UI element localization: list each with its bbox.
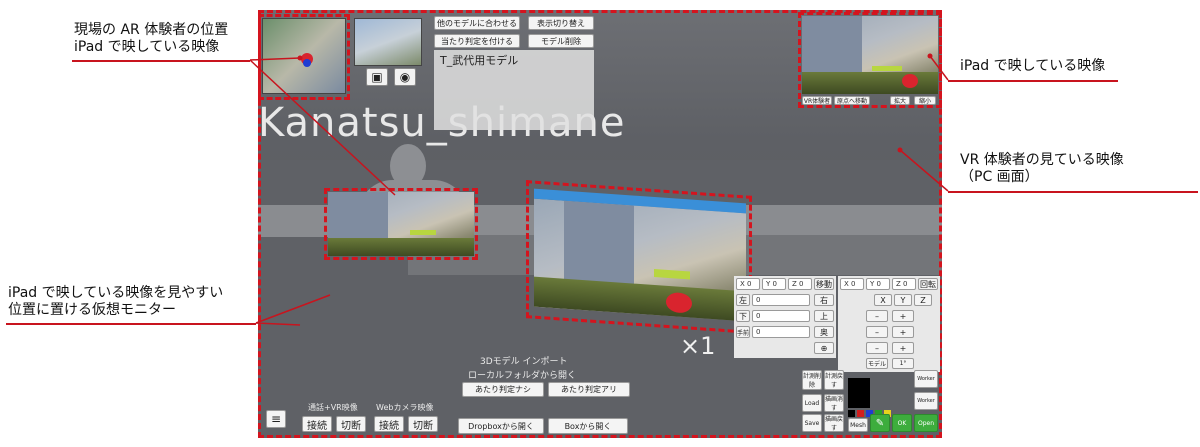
preview-outline — [798, 12, 942, 108]
ok-button[interactable]: OK — [892, 414, 912, 432]
rot-minus-3-button[interactable]: – — [866, 342, 888, 354]
axis-x-button[interactable]: X — [874, 294, 892, 306]
color-red[interactable] — [857, 410, 864, 417]
call-disconnect-button[interactable]: 切断 — [336, 416, 366, 432]
annotation-line-1: VR 体験者の見ている映像 — [960, 152, 1124, 168]
vr-screen: Kanatsu_shimane ×1 ▣ ◉ 他のモデルに合わせる 表示切り替え… — [258, 10, 942, 438]
rot-minus-2-button[interactable]: – — [866, 326, 888, 338]
axis-z-button[interactable]: Z — [914, 294, 932, 306]
rot-minus-1-button[interactable]: – — [866, 310, 888, 322]
annotation-ipad-view: iPad で映している映像 — [960, 58, 1105, 75]
rot-plus-3-button[interactable]: + — [892, 342, 914, 354]
annotation-line-2: （PC 画面） — [960, 169, 1039, 185]
annotation-line-1: iPad で映している映像を見やすい — [8, 285, 224, 301]
draw-undo-button[interactable]: 描画戻す — [824, 414, 844, 432]
annotation-ar-position: 現場の AR 体験者の位置 iPad で映している映像 — [74, 22, 228, 56]
right-button[interactable]: 右 — [814, 294, 834, 306]
ar-map-outline — [258, 14, 350, 100]
annotation-line-1: 現場の AR 体験者の位置 — [74, 22, 229, 38]
annotation-monitor: iPad で映している映像を見やすい 位置に置ける仮想モニター — [8, 285, 223, 319]
color-preview — [848, 378, 870, 408]
move-panel: X 0 Y 0 Z 0 移動 左 0 右 下 0 上 手前 0 奥 ⊕ — [734, 276, 836, 358]
degree-button[interactable]: 1° — [892, 358, 914, 369]
rot-plus-1-button[interactable]: + — [892, 310, 914, 322]
underline — [6, 323, 256, 325]
import-subtitle: ローカルフォルダから開く — [468, 371, 577, 381]
near-button[interactable]: 手前 — [736, 326, 750, 338]
marker-slot-2[interactable]: Worker — [914, 392, 938, 410]
pen-icon[interactable]: ✎ — [870, 414, 890, 432]
draw-erase-button[interactable]: 描画消す — [824, 394, 844, 412]
move-x-field[interactable]: X 0 — [736, 278, 760, 290]
extra-button[interactable]: ⊕ — [814, 342, 834, 354]
move-button[interactable]: 移動 — [814, 278, 834, 290]
rot-x-field[interactable]: X 0 — [840, 278, 864, 290]
annotation-vr-view: VR 体験者の見ている映像 （PC 画面） — [960, 152, 1124, 186]
load-button[interactable]: Load — [802, 394, 822, 412]
monitor-large-outline — [526, 180, 752, 334]
rotate-button[interactable]: 回転 — [918, 278, 938, 290]
monitor-small-outline — [324, 188, 478, 260]
color-black[interactable] — [848, 410, 855, 417]
mesh-button[interactable]: Mesh — [848, 418, 868, 432]
move-y-field[interactable]: Y 0 — [762, 278, 786, 290]
open-no-collision-button[interactable]: あたり判定ナシ — [462, 382, 544, 397]
underline — [948, 191, 1198, 193]
measure-undo-button[interactable]: 計測戻す — [824, 370, 844, 390]
move-z-field[interactable]: Z 0 — [788, 278, 812, 290]
rot-z-field[interactable]: Z 0 — [892, 278, 916, 290]
measure-delete-button[interactable]: 計測削除 — [802, 370, 822, 390]
horizontal-value[interactable]: 0 — [752, 294, 810, 306]
depth-value[interactable]: 0 — [752, 326, 810, 338]
underline — [72, 60, 250, 62]
far-button[interactable]: 奥 — [814, 326, 834, 338]
webcam-label: Webカメラ映像 — [376, 403, 434, 412]
call-vr-label: 通話+VR映像 — [308, 403, 358, 412]
annotation-line-2: iPad で映している映像 — [74, 39, 220, 55]
annotation-line-2: 位置に置ける仮想モニター — [8, 302, 176, 318]
rot-y-field[interactable]: Y 0 — [866, 278, 890, 290]
open-with-collision-button[interactable]: あたり判定アリ — [548, 382, 630, 397]
menu-icon[interactable]: ≡ — [266, 410, 286, 428]
axis-y-button[interactable]: Y — [894, 294, 912, 306]
dropbox-open-button[interactable]: Dropboxから開く — [458, 418, 544, 434]
underline — [948, 80, 1118, 82]
box-open-button[interactable]: Boxから開く — [548, 418, 628, 434]
up-button[interactable]: 上 — [814, 310, 834, 322]
marker-slot-1[interactable]: Worker — [914, 370, 938, 388]
model-button[interactable]: モデル — [866, 358, 888, 369]
call-connect-button[interactable]: 接続 — [302, 416, 332, 432]
webcam-disconnect-button[interactable]: 切断 — [408, 416, 438, 432]
webcam-connect-button[interactable]: 接続 — [374, 416, 404, 432]
vertical-value[interactable]: 0 — [752, 310, 810, 322]
save-button[interactable]: Save — [802, 414, 822, 432]
down-button[interactable]: 下 — [736, 310, 750, 322]
annotation-line: iPad で映している映像 — [960, 58, 1106, 74]
rot-plus-2-button[interactable]: + — [892, 326, 914, 338]
import-title: 3Dモデル インポート — [480, 357, 568, 367]
open-button[interactable]: Open — [914, 414, 938, 432]
left-button[interactable]: 左 — [736, 294, 750, 306]
rotate-panel: X 0 Y 0 Z 0 回転 X Y Z – + – + – + モデル 1° — [838, 276, 940, 372]
